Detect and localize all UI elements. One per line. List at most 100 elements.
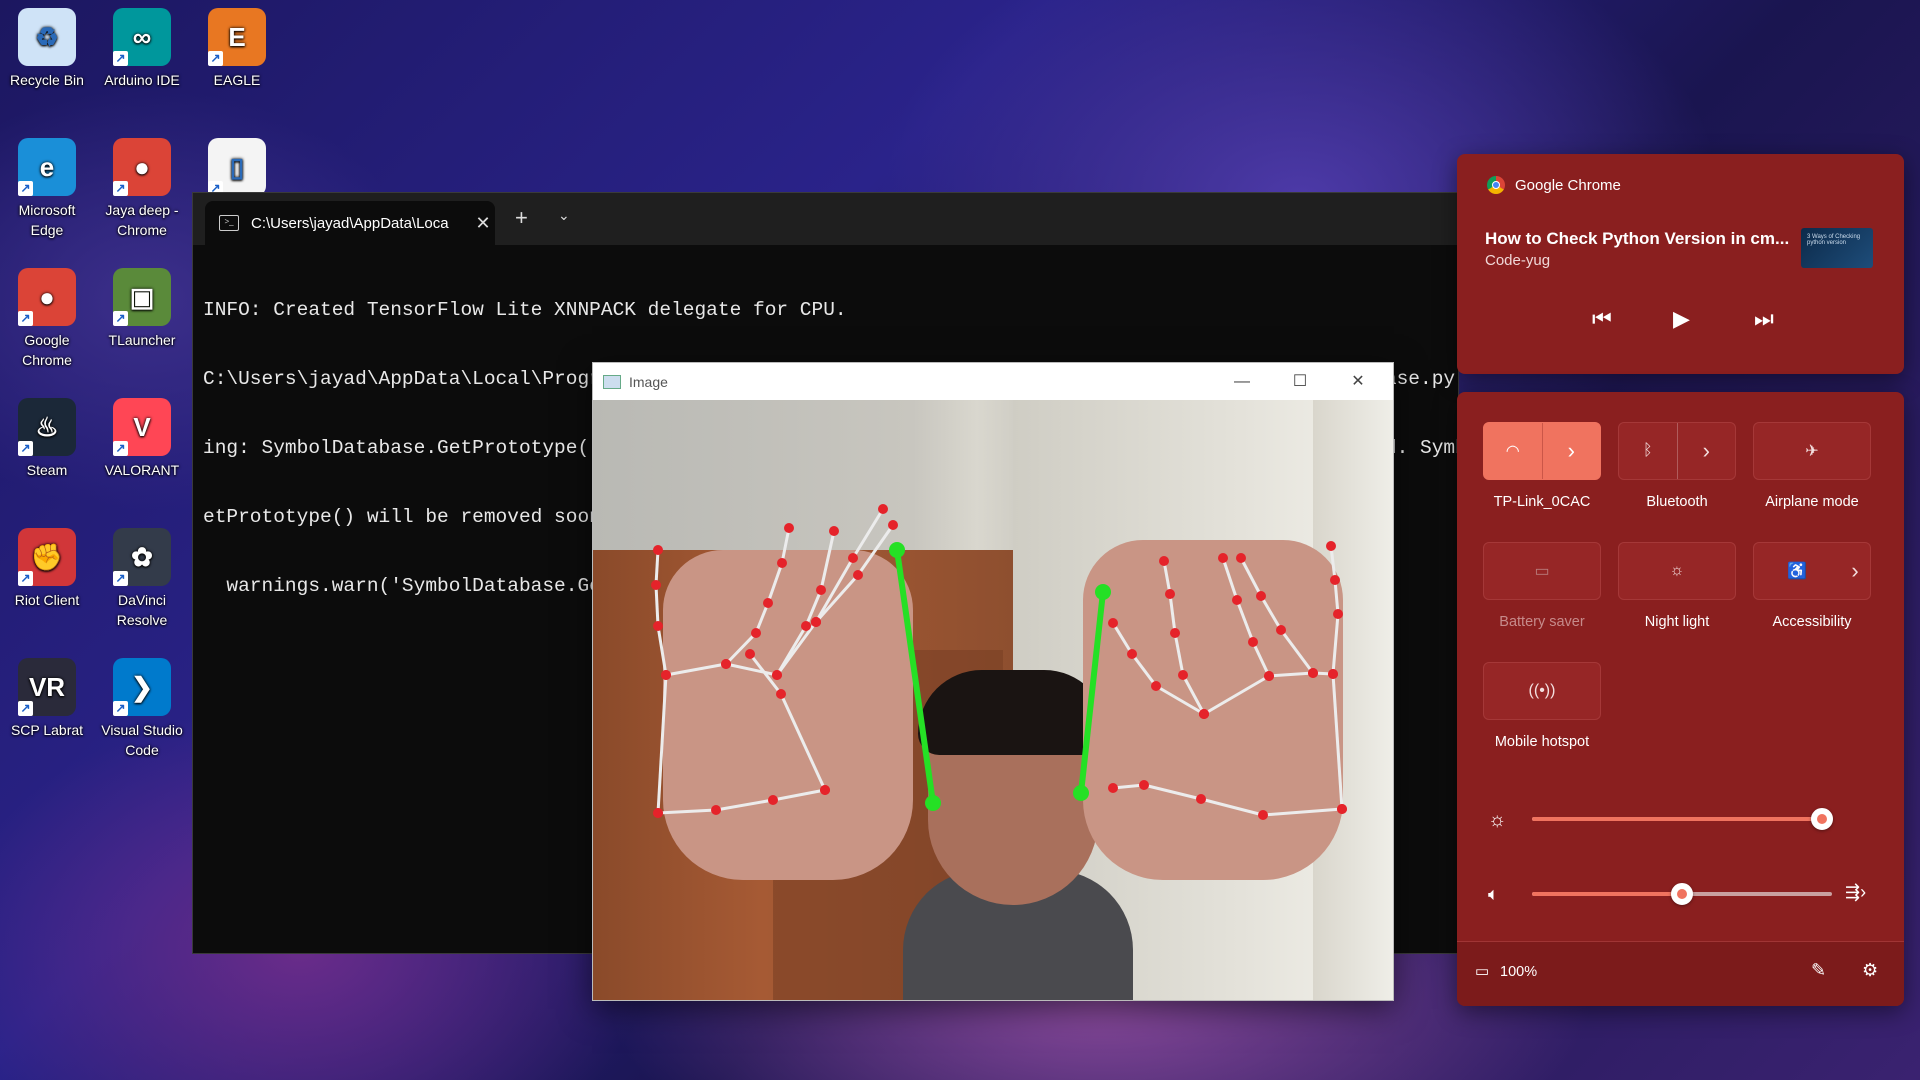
landmark-point: [848, 553, 858, 563]
desktop-icon-label: VALORANT: [104, 462, 180, 478]
tile-airplane[interactable]: ✈: [1753, 422, 1871, 480]
battery-percentage[interactable]: 100%: [1500, 964, 1537, 980]
play-icon[interactable]: ▶: [1673, 306, 1690, 332]
new-tab-button[interactable]: +: [515, 205, 528, 231]
landmark-connection: [851, 508, 885, 559]
chevron-down-icon[interactable]: ⌄: [558, 207, 570, 224]
desktop-icon[interactable]: ✿ ↗ DaVinci Resolve: [96, 522, 188, 630]
desktop-icon-label: Arduino IDE: [104, 72, 180, 88]
desktop-icon[interactable]: ▣ ↗ TLauncher: [96, 262, 188, 350]
chrome-icon: [1487, 176, 1505, 194]
landmark-point: [1073, 785, 1089, 801]
desktop-icon[interactable]: ● ↗ Jaya deep - Chrome: [96, 132, 188, 240]
landmark-point: [721, 659, 731, 669]
landmark-connection: [1262, 807, 1343, 817]
tile-bluetooth[interactable]: ᛒ ›: [1618, 422, 1736, 480]
tile-night-light[interactable]: ☼: [1618, 542, 1736, 600]
landmark-connection: [779, 693, 827, 791]
desktop-icon[interactable]: ● ↗ Google Chrome: [1, 262, 93, 370]
landmark-point: [784, 523, 794, 533]
hotspot-icon[interactable]: ((•)): [1484, 663, 1600, 719]
landmark-connection: [725, 662, 778, 677]
accessibility-icon[interactable]: ♿: [1754, 543, 1840, 599]
airplane-icon[interactable]: ✈: [1754, 423, 1870, 479]
shortcut-arrow-icon: ↗: [113, 181, 128, 196]
landmark-connection: [1279, 629, 1315, 674]
next-track-icon[interactable]: ⏭: [1754, 306, 1774, 332]
desktop-icon[interactable]: V ↗ VALORANT: [96, 392, 188, 480]
brightness-slider[interactable]: [1532, 808, 1833, 830]
chevron-right-icon[interactable]: ›: [1543, 423, 1601, 479]
landmark-point: [1095, 584, 1111, 600]
minimize-button[interactable]: —: [1213, 363, 1271, 400]
landmark-point: [661, 670, 671, 680]
valorant-icon: V ↗: [113, 398, 171, 456]
landmark-point: [820, 785, 830, 795]
battery-saver-icon[interactable]: ▭: [1484, 543, 1600, 599]
edit-icon[interactable]: ✎: [1811, 960, 1826, 981]
landmark-connection: [1333, 579, 1340, 615]
terminal-tab[interactable]: >_ C:\Users\jayad\AppData\Loca ✕: [205, 201, 495, 245]
desktop-icon[interactable]: ∞ ↗ Arduino IDE: [96, 2, 188, 90]
landmark-connection: [1173, 632, 1185, 676]
desktop-icon[interactable]: VR ↗ SCP Labrat: [1, 652, 93, 740]
landmark-point: [763, 598, 773, 608]
landmark-connection: [1331, 673, 1344, 810]
wifi-icon[interactable]: ◠: [1484, 423, 1542, 479]
audio-output-icon[interactable]: ⇶›: [1845, 882, 1866, 903]
maximize-button[interactable]: ☐: [1271, 363, 1329, 400]
close-button[interactable]: ✕: [1329, 363, 1387, 400]
landmark-point: [1170, 628, 1180, 638]
landmark-point: [925, 795, 941, 811]
tile-label: Battery saver: [1499, 614, 1585, 630]
settings-gear-icon[interactable]: ⚙: [1862, 960, 1878, 981]
desktop-icon[interactable]: ♻ Recycle Bin: [1, 2, 93, 90]
landmark-point: [889, 542, 905, 558]
desktop-icon[interactable]: ♨ ↗ Steam: [1, 392, 93, 480]
tile-accessibility[interactable]: ♿ ›: [1753, 542, 1871, 600]
landmark-point: [751, 628, 761, 638]
landmark-connection: [654, 549, 660, 586]
landmark-connection: [1239, 557, 1263, 597]
python-file-icon: ▯ ↗: [208, 138, 266, 196]
volume-knob[interactable]: [1671, 883, 1693, 905]
shortcut-arrow-icon: ↗: [18, 441, 33, 456]
desktop-icon[interactable]: ❯ ↗ Visual Studio Code: [96, 652, 188, 760]
shortcut-arrow-icon: ↗: [18, 571, 33, 586]
tile-hotspot[interactable]: ((•)): [1483, 662, 1601, 720]
tile-wifi[interactable]: ◠ ›: [1483, 422, 1601, 480]
chevron-right-icon[interactable]: ›: [1678, 423, 1736, 479]
landmark-connection: [1329, 545, 1337, 581]
landmark-point: [651, 580, 661, 590]
terminal-tab-bar: >_ C:\Users\jayad\AppData\Loca ✕ + ⌄: [193, 193, 1458, 245]
desktop-icon[interactable]: ▯ ↗: [191, 132, 283, 200]
riot-client-icon: ✊ ↗: [18, 528, 76, 586]
previous-track-icon[interactable]: ⏮: [1592, 306, 1612, 332]
desktop-icon-label: Visual Studio Code: [101, 722, 183, 758]
close-tab-icon[interactable]: ✕: [471, 213, 495, 234]
battery-icon[interactable]: ▭: [1475, 962, 1489, 980]
landmark-point: [653, 545, 663, 555]
image-window[interactable]: Image — ☐ ✕: [592, 362, 1394, 1001]
desktop-icon[interactable]: e ↗ Microsoft Edge: [1, 132, 93, 240]
desktop-icon[interactable]: ✊ ↗ Riot Client: [1, 522, 93, 610]
bluetooth-icon[interactable]: ᛒ: [1619, 423, 1677, 479]
desktop-icon[interactable]: E ↗ EAGLE: [191, 2, 283, 90]
image-window-titlebar[interactable]: Image — ☐ ✕: [593, 363, 1393, 400]
desktop-icon-label: EAGLE: [213, 72, 261, 88]
brightness-knob[interactable]: [1811, 808, 1833, 830]
landmark-point: [1308, 668, 1318, 678]
landmark-point: [1330, 575, 1340, 585]
media-thumb-text: 3 Ways of Checking python version: [1807, 234, 1861, 246]
chevron-right-icon[interactable]: ›: [1840, 543, 1870, 599]
quick-settings-footer: ▭ 100% ✎ ⚙: [1457, 941, 1904, 1006]
night-light-icon[interactable]: ☼: [1619, 543, 1735, 599]
landmark-point: [1108, 618, 1118, 628]
volume-icon[interactable]: 🔈︎: [1488, 884, 1499, 905]
landmark-connection: [775, 625, 808, 676]
landmark-connection: [856, 524, 895, 576]
tile-battery-saver[interactable]: ▭: [1483, 542, 1601, 600]
media-flyout[interactable]: Google Chrome How to Check Python Versio…: [1457, 154, 1904, 374]
volume-slider[interactable]: [1532, 883, 1832, 905]
terminal-line: INFO: Created TensorFlow Lite XNNPACK de…: [203, 299, 847, 321]
